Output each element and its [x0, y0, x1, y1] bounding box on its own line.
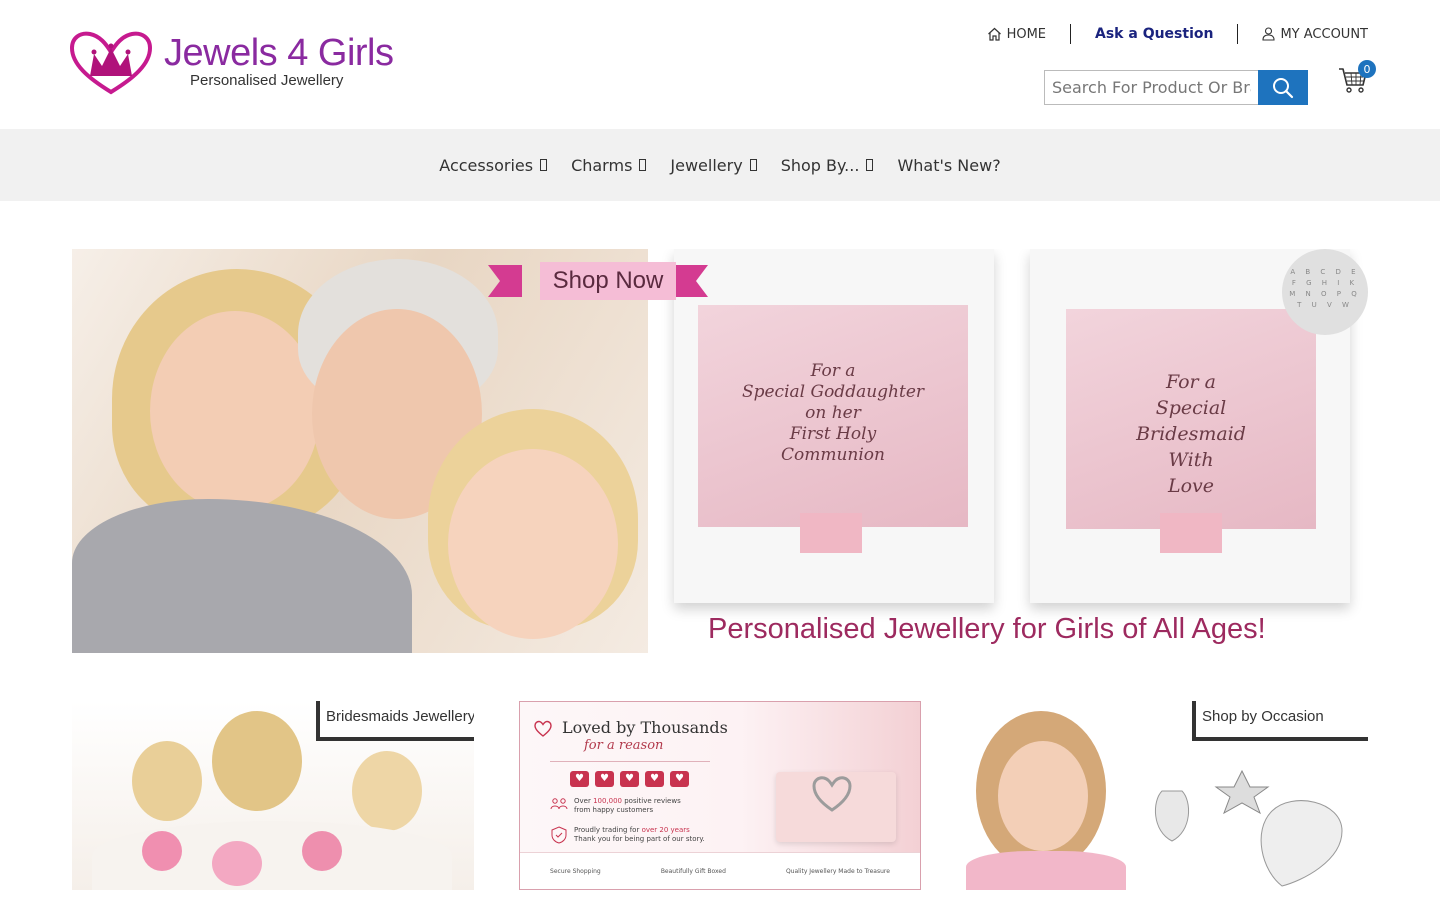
- cart-button[interactable]: 0: [1338, 60, 1376, 98]
- heart-icon: ♥: [620, 771, 639, 787]
- my-account-label: MY ACCOUNT: [1280, 26, 1368, 42]
- feature-gift: Beautifully Gift Boxed: [660, 867, 726, 875]
- home-link-label: HOME: [1006, 26, 1047, 42]
- nav-item-jewellery[interactable]: Jewellery: [670, 155, 757, 175]
- my-account-link[interactable]: MY ACCOUNT: [1262, 27, 1368, 42]
- search-input[interactable]: [1044, 70, 1258, 105]
- features-bar: Secure Shopping Beautifully Gift Boxed Q…: [520, 852, 920, 889]
- family-photo: [72, 249, 648, 653]
- occasion-banner[interactable]: Shop by Occasion: [966, 701, 1368, 890]
- reviews-text: Over 100,000 positive reviews from happy …: [574, 797, 681, 814]
- search-button[interactable]: [1258, 70, 1308, 105]
- heart-icon: ♥: [570, 771, 589, 787]
- user-icon: [1262, 27, 1276, 41]
- ask-question-label: Ask a Question: [1095, 26, 1214, 42]
- heart-outline-icon: [534, 720, 552, 737]
- loved-title: Loved by Thousands: [562, 718, 728, 737]
- rating-hearts: ♥ ♥ ♥ ♥ ♥: [570, 771, 689, 787]
- occasion-label: Shop by Occasion: [1192, 701, 1368, 741]
- brand-title: Jewels 4 Girls: [164, 32, 394, 74]
- reviews-banner[interactable]: Loved by Thousands for a reason ♥ ♥ ♥ ♥ ♥ Ov…: [519, 701, 921, 890]
- hero-caption: Personalised Jewellery for Girls of All …: [708, 613, 1266, 645]
- nav-item-shop-by[interactable]: Shop By...: [781, 156, 874, 175]
- shop-now-label: Shop Now: [540, 262, 676, 300]
- search-icon: [1273, 77, 1294, 98]
- brand-subtitle: Personalised Jewellery: [190, 72, 344, 89]
- site-logo[interactable]: Jewels 4 Girls Personalised Jewellery: [70, 30, 394, 100]
- heart-icon: ♥: [645, 771, 664, 787]
- bridesmaids-banner[interactable]: Bridesmaids Jewellery: [72, 701, 474, 890]
- home-icon: [987, 27, 1001, 41]
- nav-item-whats-new[interactable]: What's New?: [897, 156, 1000, 175]
- shield-icon: [551, 826, 567, 844]
- divider: [1237, 24, 1239, 44]
- nav-item-label: Jewellery: [670, 155, 743, 175]
- nav-item-label: What's New?: [897, 155, 1001, 175]
- crown-heart-logo-icon: [70, 31, 152, 95]
- dropdown-icon: [639, 159, 647, 171]
- people-icon: [550, 798, 568, 810]
- ask-question-link[interactable]: Ask a Question: [1095, 26, 1213, 42]
- main-nav: Accessories Charms Jewellery Shop By... …: [0, 129, 1440, 201]
- nav-item-label: Accessories: [439, 155, 534, 175]
- heart-icon: ♥: [595, 771, 614, 787]
- alphabet-charms-detail: A B C D EF G H I KM N O P QT U V W: [1282, 249, 1368, 335]
- search-form: [1044, 70, 1308, 105]
- dropdown-icon: [540, 159, 548, 171]
- dropdown-icon: [866, 159, 874, 171]
- cart-count-badge: 0: [1358, 60, 1376, 78]
- feature-secure: Secure Shopping: [550, 867, 601, 875]
- trading-text: Proudly trading for over 20 years Thank y…: [574, 826, 705, 843]
- divider: [1070, 24, 1072, 44]
- home-link[interactable]: HOME: [987, 27, 1046, 42]
- shop-now-button[interactable]: Shop Now: [488, 261, 708, 301]
- nav-item-label: Shop By...: [780, 155, 860, 175]
- nav-item-charms[interactable]: Charms: [571, 155, 647, 175]
- bridesmaids-label: Bridesmaids Jewellery: [316, 701, 474, 741]
- nav-item-label: Charms: [571, 155, 633, 175]
- heart-necklace-photo: [756, 722, 906, 842]
- nav-item-accessories[interactable]: Accessories: [439, 155, 548, 175]
- box-message: For a Special Bridesmaid With Love: [1136, 371, 1246, 497]
- site-header: Jewels 4 Girls Personalised Jewellery HO…: [0, 0, 1440, 129]
- hero-banner[interactable]: For a Special Goddaughter on her First Holy…: [72, 249, 1368, 653]
- dropdown-icon: [749, 159, 757, 171]
- product-box-goddaughter: For a Special Goddaughter on her First Holy…: [674, 249, 994, 603]
- box-message: For a Special Goddaughter on her First Holy…: [741, 361, 925, 465]
- heart-pendant-icon: [812, 776, 852, 812]
- charm-pendants-icon: [1154, 769, 1343, 887]
- top-links: HOME Ask a Question MY ACCOUNT: [987, 24, 1368, 44]
- loved-subtitle: for a reason: [584, 738, 664, 753]
- feature-quality: Quality Jewellery Made to Treasure: [785, 867, 890, 875]
- heart-icon: ♥: [670, 771, 689, 787]
